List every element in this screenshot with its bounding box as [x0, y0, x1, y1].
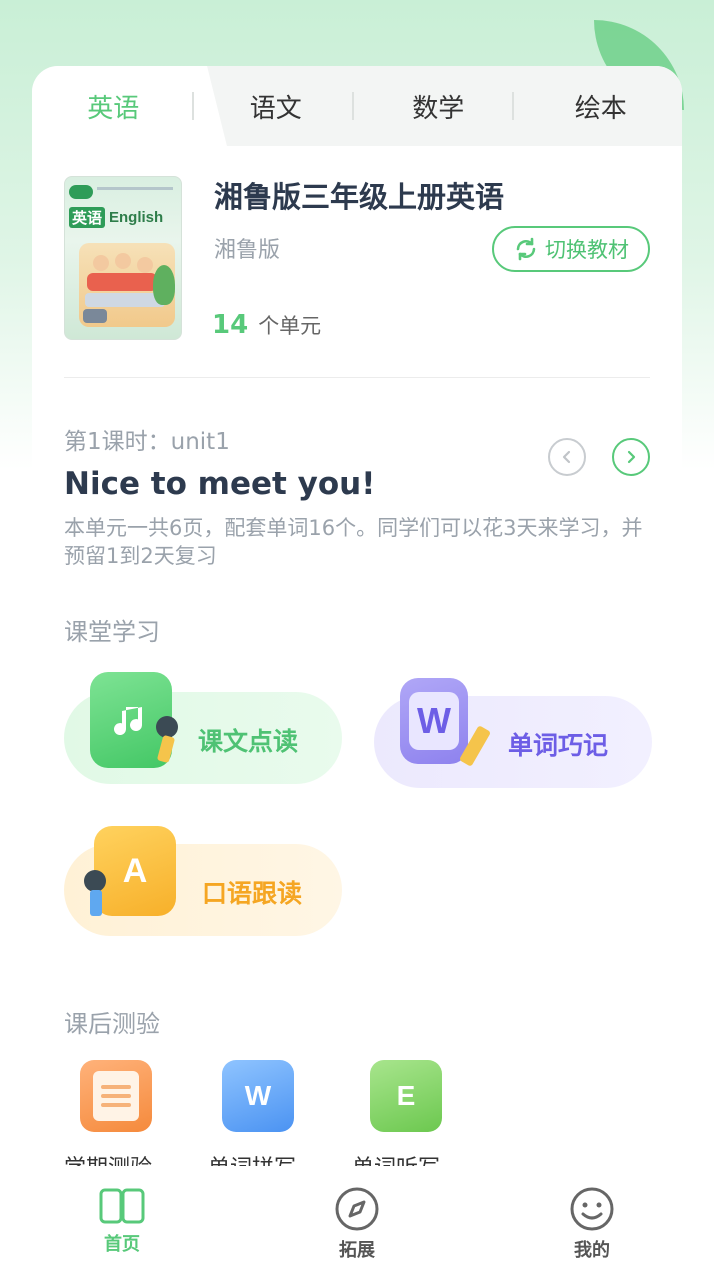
- tab-divider: [512, 92, 514, 120]
- book-title: 湘鲁版三年级上册英语: [214, 180, 505, 214]
- quiz-label-word-spell[interactable]: 单词拼写: [208, 1150, 328, 1166]
- next-lesson-button[interactable]: [612, 438, 650, 476]
- unit-count-label: 个单元: [258, 314, 322, 338]
- lesson-label: 第1课时：unit1: [64, 429, 230, 455]
- tab-divider: [192, 92, 194, 120]
- microphone-handle: [90, 890, 102, 916]
- oral-reading-button[interactable]: A 口语跟读: [64, 826, 342, 936]
- book-icon: [99, 1188, 145, 1224]
- publisher-logo: [69, 185, 93, 199]
- previous-lesson-button[interactable]: [548, 438, 586, 476]
- tab-divider: [352, 92, 354, 120]
- tab-picture-book[interactable]: 绘本: [520, 66, 683, 146]
- book-edition: 湘鲁版: [214, 238, 281, 263]
- word-w-icon: W: [400, 678, 468, 764]
- cover-tree: [153, 265, 175, 305]
- text-reading-button[interactable]: 课文点读: [64, 672, 342, 784]
- nav-home[interactable]: 首页: [72, 1186, 172, 1256]
- classroom-section-title: 课堂学习: [64, 618, 160, 646]
- microphone-icon: [156, 716, 178, 738]
- refresh-icon: [516, 237, 536, 261]
- subject-tabs: 英语 语文 数学 绘本: [32, 66, 682, 146]
- switch-textbook-button[interactable]: 切换教材: [492, 226, 650, 272]
- chevron-left-icon: [562, 450, 571, 464]
- nav-explore[interactable]: 拓展: [307, 1186, 407, 1262]
- chevron-right-icon: [627, 450, 636, 464]
- compass-icon: [335, 1187, 379, 1231]
- quiz-label-word-dictation[interactable]: 单词听写: [352, 1150, 472, 1166]
- smiley-icon: [570, 1187, 614, 1231]
- tab-chinese[interactable]: 语文: [195, 66, 358, 146]
- microphone-icon: [84, 870, 106, 892]
- main-card: 英语 语文 数学 绘本 英语 English 湘鲁版三年级上册英语 湘鲁版 切换…: [32, 66, 682, 1166]
- nav-mine[interactable]: 我的: [542, 1186, 642, 1262]
- quiz-label-term-test[interactable]: 学期测验: [64, 1150, 184, 1166]
- lesson-name: Nice to meet you!: [64, 466, 376, 502]
- word-spell-icon[interactable]: W: [222, 1060, 294, 1132]
- tab-english[interactable]: 英语: [32, 66, 195, 146]
- quiz-section-title: 课后测验: [64, 1010, 160, 1038]
- cover-fine-print: [97, 187, 173, 190]
- bottom-navigation: 首页 拓展 我的: [0, 1166, 714, 1271]
- letter-a-icon: A: [94, 826, 176, 916]
- book-cover-image[interactable]: 英语 English: [64, 176, 182, 340]
- word-dictation-icon[interactable]: E: [370, 1060, 442, 1132]
- lesson-description: 本单元一共6页，配套单词16个。同学们可以花3天来学习，并预留1到2天复习: [64, 516, 643, 568]
- test-paper-icon[interactable]: [80, 1060, 152, 1132]
- word-memory-button[interactable]: W 单词巧记: [374, 678, 652, 788]
- cover-title: 英语 English: [65, 205, 181, 229]
- unit-count: 14 个单元: [212, 310, 321, 340]
- divider: [64, 377, 650, 378]
- tab-math[interactable]: 数学: [357, 66, 520, 146]
- unit-count-number: 14: [212, 310, 249, 340]
